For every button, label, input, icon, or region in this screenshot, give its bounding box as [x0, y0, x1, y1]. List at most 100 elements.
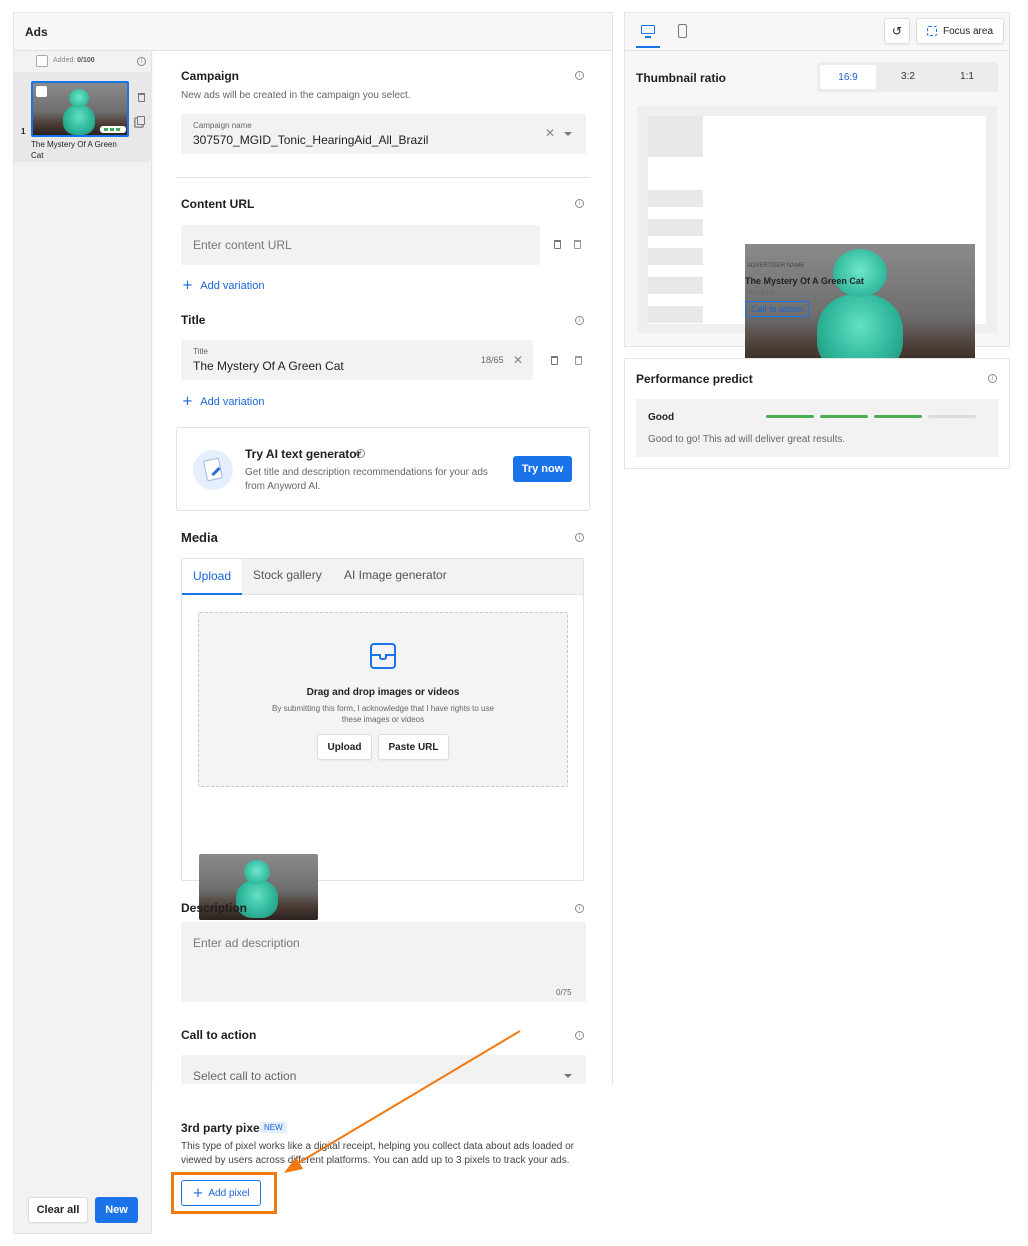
performance-message: Good to go! This ad will deliver great r… [648, 434, 846, 445]
plus-icon: + [192, 1185, 204, 1201]
campaign-helper: New ads will be created in the campaign … [181, 90, 411, 101]
clear-all-button[interactable]: Clear all [28, 1197, 88, 1223]
campaign-label: Campaign [181, 69, 240, 83]
description-counter: 0/75 [556, 988, 572, 997]
score-segment [928, 415, 976, 418]
score-segment [820, 415, 868, 418]
ad-item-checkbox[interactable] [36, 86, 47, 97]
info-icon[interactable]: i [988, 374, 997, 383]
section-divider [176, 177, 590, 178]
ads-list [14, 51, 152, 1233]
content-url-placeholder: Enter content URL [193, 238, 292, 252]
info-icon[interactable]: i [575, 199, 584, 208]
performance-title: Performance predict [636, 372, 753, 386]
ai-document-icon [193, 450, 233, 490]
delete-url-icon[interactable] [554, 240, 561, 249]
score-segment [874, 415, 922, 418]
ads-panel-title: Ads [25, 25, 48, 39]
performance-box [636, 399, 998, 457]
drop-note: By submitting this form, I acknowledge t… [272, 704, 494, 724]
chevron-down-icon[interactable] [564, 132, 572, 136]
info-icon[interactable]: i [356, 449, 365, 458]
focus-area-button[interactable]: Focus area [916, 18, 1004, 44]
title-counter: 18/65 [481, 355, 504, 365]
select-all-checkbox[interactable] [36, 55, 48, 67]
plus-icon: + [182, 394, 193, 409]
add-pixel-label: Add pixel [208, 1187, 250, 1199]
pixel-label: 3rd party pixel [181, 1121, 264, 1135]
ratio-1-1[interactable]: 1:1 [939, 71, 995, 82]
info-icon[interactable]: i [575, 71, 584, 80]
desktop-icon [641, 25, 655, 34]
inbox-icon [370, 643, 396, 669]
info-icon[interactable]: i [575, 533, 584, 542]
delete-title-variation-icon[interactable] [575, 356, 582, 365]
info-icon[interactable]: i [575, 316, 584, 325]
added-label: Added: [53, 57, 76, 64]
thumbnail-ratio-label: Thumbnail ratio [636, 71, 726, 85]
delete-url-variation-icon[interactable] [574, 240, 581, 249]
description-placeholder: Enter ad description [193, 936, 300, 950]
title-value: The Mystery Of A Green Cat [193, 359, 344, 373]
dropzone[interactable] [198, 612, 568, 787]
drop-title: Drag and drop images or videos [306, 687, 460, 698]
reset-button[interactable]: ↺ [884, 18, 910, 44]
tab-stock-gallery[interactable]: Stock gallery [253, 568, 322, 582]
ratio-3-2[interactable]: 3:2 [880, 71, 936, 82]
upload-button[interactable]: Upload [317, 734, 372, 760]
placeholder-block [648, 190, 703, 207]
mobile-icon[interactable] [678, 24, 687, 38]
ai-text-title: Try AI text generator [245, 447, 362, 461]
tab-upload-label: Upload [193, 569, 232, 583]
reset-icon: ↺ [891, 24, 903, 38]
ad-item-title: The Mystery Of A Green Cat [31, 140, 117, 160]
info-icon[interactable]: i [575, 904, 584, 913]
desktop-view-tab[interactable] [636, 18, 660, 48]
chevron-down-icon[interactable] [564, 1074, 572, 1078]
info-icon[interactable]: i [137, 57, 146, 66]
ad-preview-description: Description [745, 290, 776, 296]
ad-item-status [100, 126, 126, 133]
campaign-field-label: Campaign name [193, 121, 252, 130]
paste-url-button[interactable]: Paste URL [378, 734, 449, 760]
cta-label: Call to action [181, 1028, 257, 1042]
ad-preview-cta: Call to action [745, 301, 810, 317]
description-input[interactable] [181, 922, 586, 1002]
placeholder-block [648, 116, 703, 157]
ad-item-index: 1 [21, 127, 26, 136]
annotation-arrow [284, 1030, 521, 1173]
duplicate-ad-icon[interactable] [137, 116, 145, 125]
ratio-16-9[interactable]: 16:9 [820, 65, 876, 89]
new-ad-button[interactable]: New [95, 1197, 138, 1223]
delete-title-icon[interactable] [551, 356, 558, 365]
tab-ai-image-generator[interactable]: AI Image generator [344, 568, 447, 582]
try-now-button[interactable]: Try now [513, 456, 572, 482]
ad-preview-title: The Mystery Of A Green Cat [745, 276, 864, 286]
performance-score-bar [766, 415, 976, 418]
info-icon[interactable]: i [575, 1031, 584, 1040]
media-label: Media [181, 530, 218, 545]
delete-ad-icon[interactable] [138, 93, 145, 102]
score-segment [766, 415, 814, 418]
add-pixel-button[interactable]: + Add pixel [181, 1180, 261, 1206]
title-field-label: Title [193, 347, 208, 356]
description-label: Description [181, 901, 248, 915]
title-label: Title [181, 313, 206, 327]
clear-campaign-icon[interactable]: ✕ [545, 126, 555, 140]
content-url-label: Content URL [181, 197, 255, 211]
preview-header-divider [625, 50, 1009, 51]
placeholder-block [648, 277, 703, 294]
performance-rating: Good [648, 412, 675, 423]
placeholder-block [648, 306, 703, 323]
add-title-variation-button[interactable]: + Add variation [182, 394, 264, 409]
add-url-variation-button[interactable]: + Add variation [182, 278, 264, 293]
plus-icon: + [182, 278, 193, 293]
clear-title-icon[interactable]: ✕ [513, 353, 523, 367]
placeholder-block [648, 248, 703, 265]
added-count: 0/100 [77, 57, 95, 64]
advertiser-name: ADVERTISER NAME [747, 263, 805, 269]
campaign-value: 307570_MGID_Tonic_HearingAid_All_Brazil [193, 133, 429, 147]
placeholder-block [648, 219, 703, 236]
focus-icon [926, 26, 937, 36]
ai-text-description: Get title and description recommendation… [245, 467, 488, 492]
